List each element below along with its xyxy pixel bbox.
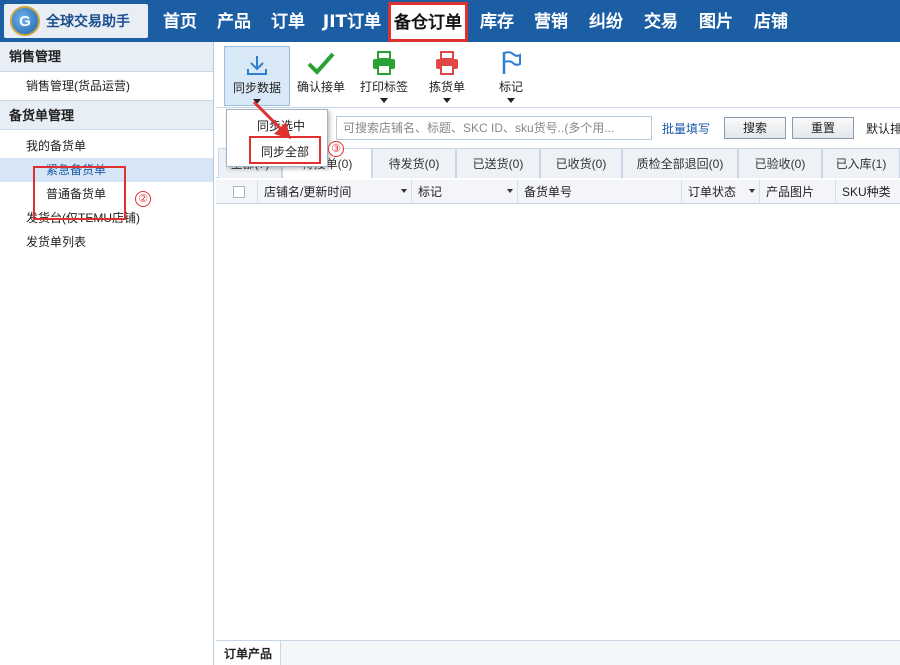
sync-data-label: 同步数据: [232, 81, 281, 95]
top-nav-bar: G 全球交易助手 首页 产品 订单 JIT订单 备仓订单 库存 营销 纠纷 交易…: [0, 0, 900, 42]
nav-trade[interactable]: 交易: [638, 0, 684, 42]
batch-fill-link[interactable]: 批量填写: [662, 120, 710, 137]
tab-qc-returned[interactable]: 质检全部退回(0): [622, 148, 738, 178]
reset-button[interactable]: 重置: [792, 117, 854, 139]
column-sku-types-label: SKU种类: [842, 185, 891, 199]
tab-accepted[interactable]: 已验收(0): [738, 148, 822, 178]
download-icon: [225, 47, 289, 77]
column-store-name-label: 店铺名/更新时间: [264, 185, 352, 199]
sort-arrow-icon: [749, 189, 755, 193]
nav-stores[interactable]: 店铺: [748, 0, 794, 42]
sidebar-section-sales[interactable]: 销售管理: [0, 42, 213, 72]
nav-marketing[interactable]: 营销: [528, 0, 574, 42]
column-mark[interactable]: 标记: [412, 180, 518, 204]
sidebar-item-my-stock-orders[interactable]: 我的备货单: [0, 134, 213, 158]
sidebar-item-shipment-list[interactable]: 发货单列表: [0, 230, 213, 254]
print-label-button[interactable]: 打印标签: [351, 46, 417, 106]
nav-jit-orders[interactable]: JIT订单: [317, 0, 387, 42]
sidebar: 销售管理 销售管理(货品运营) 备货单管理 我的备货单 紧急备货单 普通备货单 …: [0, 42, 214, 665]
checkmark-icon: [288, 46, 354, 76]
nav-stock-orders[interactable]: 备仓订单: [388, 2, 468, 42]
pick-list-button[interactable]: 拣货单: [414, 46, 480, 106]
column-order-status-label: 订单状态: [688, 185, 737, 199]
printer-icon: [414, 46, 480, 76]
nav-images[interactable]: 图片: [693, 0, 739, 42]
mark-button[interactable]: 标记: [478, 46, 544, 106]
default-sort-label[interactable]: 默认排: [866, 120, 900, 137]
chevron-down-icon: [380, 98, 388, 103]
tab-delivered[interactable]: 已送货(0): [456, 148, 540, 178]
column-stock-order-no-label: 备货单号: [524, 185, 573, 199]
nav-products[interactable]: 产品: [211, 0, 257, 42]
tab-warehoused[interactable]: 已入库(1): [822, 148, 900, 178]
highlight-box-sidebar: [33, 166, 126, 220]
print-label-label: 打印标签: [359, 80, 408, 94]
annotation-3: ③: [328, 141, 344, 157]
select-all-column: [216, 180, 258, 204]
bottom-panel-tabs: 订单产品: [216, 640, 900, 665]
search-button[interactable]: 搜索: [724, 117, 786, 139]
sort-arrow-icon: [507, 189, 513, 193]
column-stock-order-no[interactable]: 备货单号: [518, 180, 682, 204]
app-logo: G 全球交易助手: [4, 4, 148, 38]
select-all-checkbox[interactable]: [233, 186, 245, 198]
tab-order-products[interactable]: 订单产品: [216, 641, 282, 665]
sort-arrow-icon: [401, 189, 407, 193]
chevron-down-icon: [507, 98, 515, 103]
nav-disputes[interactable]: 纠纷: [583, 0, 629, 42]
flag-icon: [478, 46, 544, 76]
mark-label: 标记: [498, 80, 523, 94]
search-input[interactable]: 可搜索店铺名、标题、SKC ID、sku货号..(多个用...: [336, 116, 652, 140]
nav-orders[interactable]: 订单: [265, 0, 311, 42]
column-order-status[interactable]: 订单状态: [682, 180, 760, 204]
nav-home[interactable]: 首页: [157, 0, 203, 42]
toolbar: 同步数据 确认接单 打印标签 拣货单 标记: [216, 42, 900, 108]
nav-inventory[interactable]: 库存: [474, 0, 520, 42]
app-name: 全球交易助手: [46, 14, 130, 30]
column-store-name[interactable]: 店铺名/更新时间: [258, 180, 412, 204]
printer-icon: [351, 46, 417, 76]
chevron-down-icon: [443, 98, 451, 103]
tab-pending-ship[interactable]: 待发货(0): [372, 148, 456, 178]
sidebar-item-sales-management[interactable]: 销售管理(货品运营): [0, 72, 213, 98]
tab-received[interactable]: 已收货(0): [540, 148, 622, 178]
column-product-image-label: 产品图片: [766, 185, 815, 199]
pick-list-label: 拣货单: [428, 80, 465, 94]
annotation-arrow-icon: [252, 100, 291, 139]
column-sku-types[interactable]: SKU种类: [836, 180, 900, 204]
sidebar-section-stock[interactable]: 备货单管理: [0, 100, 213, 130]
column-mark-label: 标记: [418, 185, 443, 199]
annotation-2: ②: [135, 191, 151, 207]
app-logo-icon: G: [10, 6, 40, 36]
confirm-order-label: 确认接单: [296, 80, 345, 94]
column-product-image[interactable]: 产品图片: [760, 180, 836, 204]
grid-header: 店铺名/更新时间 标记 备货单号 订单状态 产品图片 SKU种类: [216, 180, 900, 204]
